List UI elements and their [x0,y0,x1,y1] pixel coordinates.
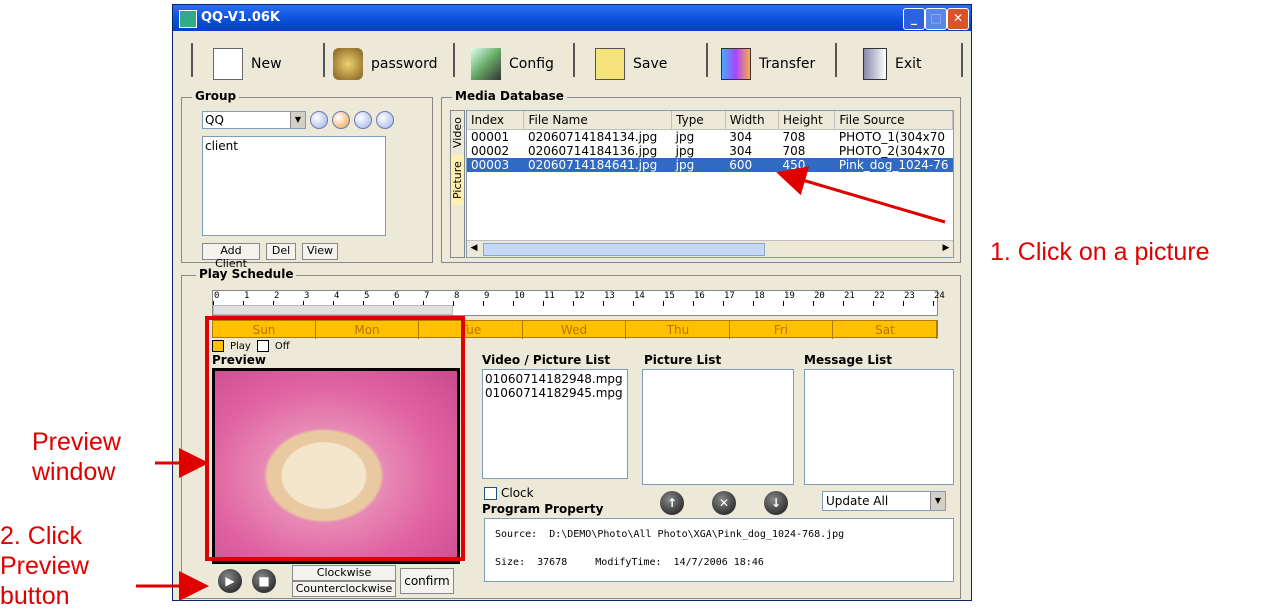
annotation-click-preview-line2: Preview [0,552,89,580]
annotation-click-preview-line1: 2. Click [0,522,82,550]
annotation-preview-window-line1: Preview [32,428,121,456]
arrow-to-picture-row [776,166,946,224]
annotation-arrows [136,166,946,601]
annotation-click-picture: 1. Click on a picture [990,238,1210,266]
annotation-click-preview-line3: button [0,582,70,610]
annotation-preview-window-line2: window [32,458,116,486]
